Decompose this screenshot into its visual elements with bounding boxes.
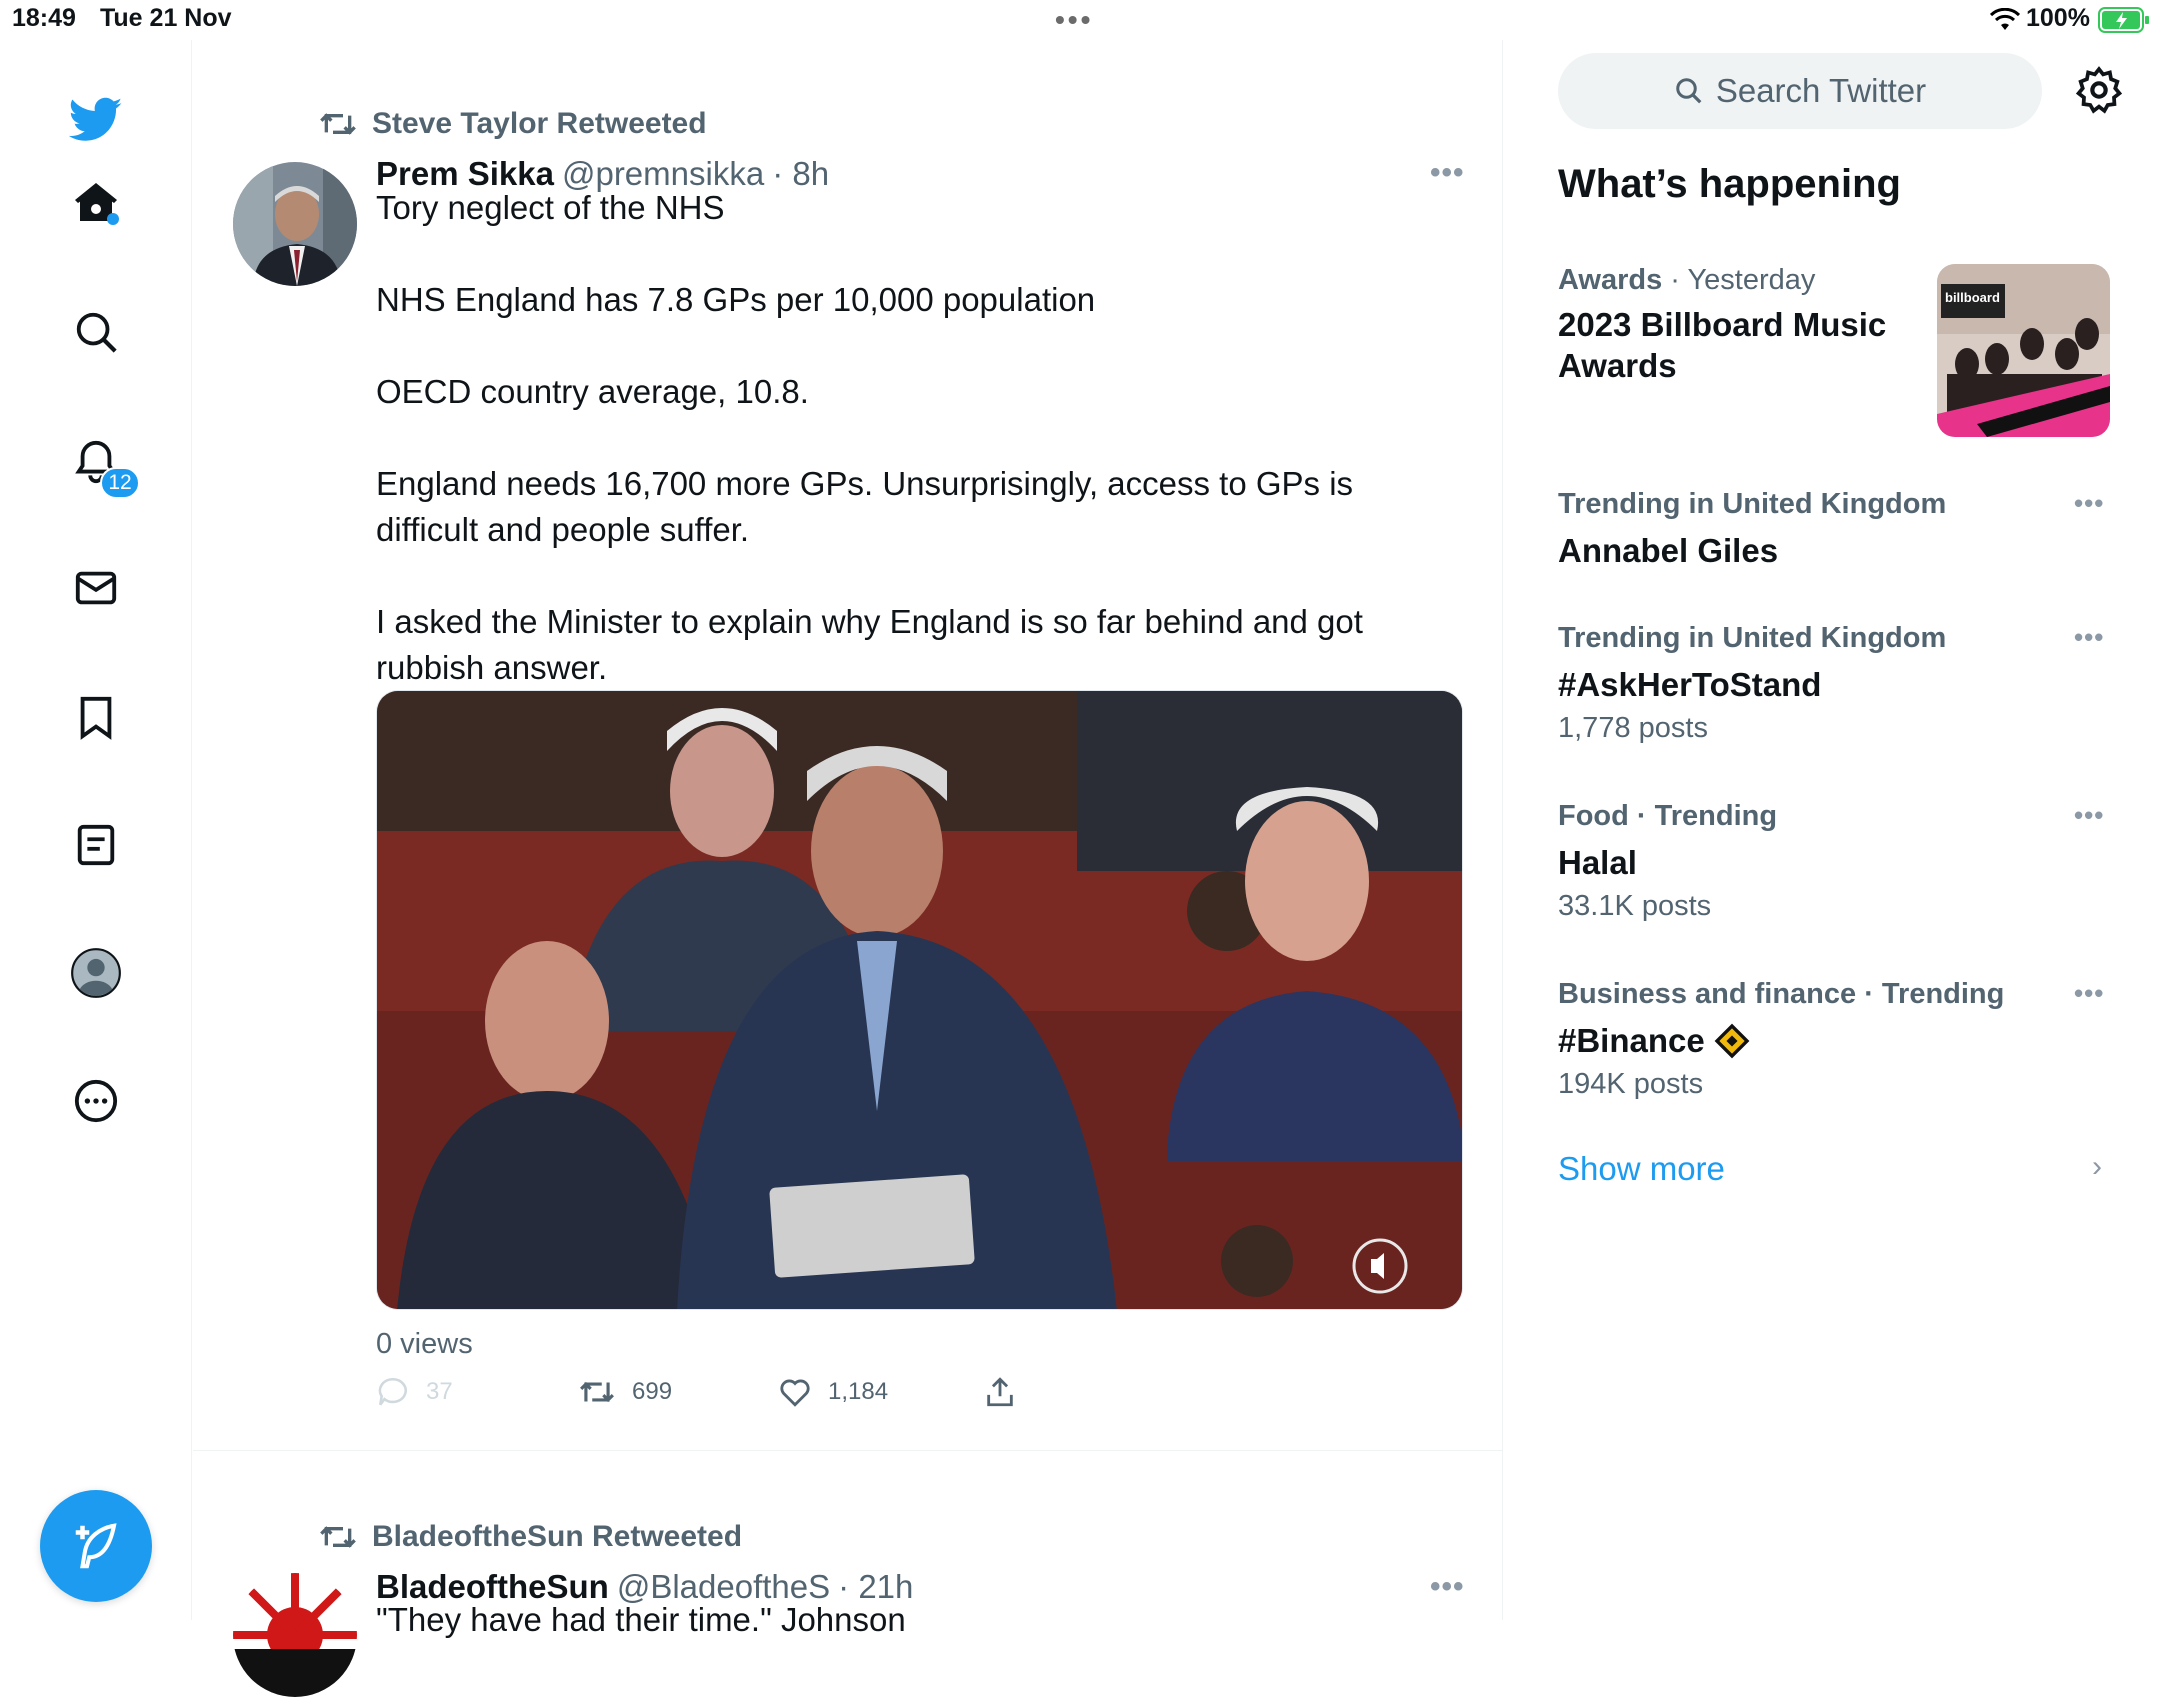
- video-frame-image: [377, 691, 1462, 1309]
- trend-category: Trending in United Kingdom: [1558, 488, 1947, 520]
- trend-title: #Binance: [1558, 1022, 1705, 1059]
- show-more-link[interactable]: Show more: [1558, 1150, 1725, 1188]
- settings-gear-icon[interactable]: [2074, 65, 2124, 115]
- search-icon[interactable]: [66, 302, 126, 362]
- profile-avatar-icon[interactable]: [66, 943, 126, 1003]
- tweet-more-icon[interactable]: •••: [1430, 1570, 1465, 1604]
- tweet-video[interactable]: [376, 690, 1463, 1310]
- status-time: 18:49: [12, 4, 76, 32]
- feather-plus-icon: [75, 1523, 117, 1569]
- trend-category: Business and finance · Trending: [1558, 978, 2005, 1010]
- reply-count: 37: [426, 1378, 453, 1405]
- home-icon[interactable]: [66, 173, 126, 233]
- views-count: 0 views: [376, 1328, 473, 1360]
- trend-more-icon[interactable]: •••: [2074, 488, 2104, 519]
- trend-more-icon[interactable]: •••: [2074, 978, 2104, 1009]
- retweet-icon: [320, 1526, 356, 1548]
- reply-icon: [378, 1377, 407, 1406]
- compose-tweet-button[interactable]: [40, 1490, 152, 1602]
- trend-title[interactable]: #AskHerToStand: [1558, 664, 1821, 705]
- tweet-divider: [193, 1450, 1503, 1451]
- retweet-icon: [320, 113, 356, 135]
- status-date: Tue 21 Nov: [100, 4, 232, 32]
- home-unread-dot: [107, 213, 119, 225]
- trend-title[interactable]: Halal: [1558, 842, 1637, 883]
- battery-charging-icon: [2098, 7, 2149, 33]
- tweet-paragraph: Tory neglect of the NHS: [376, 189, 725, 226]
- retweeted-by-label: Steve Taylor Retweeted: [372, 107, 707, 140]
- tweet-text: Tory neglect of the NHS NHS England has …: [376, 185, 1376, 737]
- trend-category: Awards: [1558, 264, 1663, 296]
- trend-meta: Trending in United Kingdom: [1558, 488, 1946, 521]
- share-button[interactable]: [983, 1375, 1017, 1409]
- retweet-context[interactable]: BladeoftheSun Retweeted: [318, 1520, 742, 1554]
- trend-meta: Business and finance · Trending: [1558, 978, 2004, 1011]
- like-count: 1,184: [828, 1378, 889, 1405]
- trend-post-count: 194K posts: [1558, 1068, 1704, 1100]
- billboard-thumbnail[interactable]: billboard: [1937, 264, 2110, 437]
- search-icon: [1676, 78, 1702, 104]
- like-button[interactable]: 1,184: [778, 1375, 888, 1409]
- tweet-paragraph: "They have had their time." Johnson: [376, 1601, 906, 1638]
- chevron-right-icon[interactable]: ›: [2092, 1150, 2102, 1184]
- trend-post-count: 1,778 posts: [1558, 712, 1708, 744]
- tweet-paragraph: I asked the Minister to explain why Engl…: [376, 603, 1363, 686]
- retweet-button[interactable]: 699: [578, 1375, 672, 1409]
- binance-logo-icon: [1714, 1023, 1750, 1058]
- trend-category: Food · Trending: [1558, 800, 1778, 832]
- tweet-paragraph: England needs 16,700 more GPs. Unsurpris…: [376, 465, 1354, 548]
- right-column: Search Twitter What’s happening Awards ·…: [1504, 40, 2160, 1620]
- trend-meta: Awards · Yesterday: [1558, 264, 1815, 297]
- status-bar: 18:49 Tue 21 Nov ••• 100%: [0, 0, 2160, 40]
- sidebar-nav: 12: [0, 40, 192, 1620]
- trend-more-icon[interactable]: •••: [2074, 622, 2104, 653]
- tweet-more-icon[interactable]: •••: [1430, 156, 1465, 190]
- trend-title[interactable]: 2023 Billboard Music Awards: [1558, 304, 1918, 386]
- heart-icon: [780, 1379, 810, 1407]
- retweet-icon: [580, 1381, 614, 1403]
- tweet-paragraph: OECD country average, 10.8.: [376, 373, 809, 410]
- twitter-logo-icon[interactable]: [66, 90, 126, 150]
- author-avatar[interactable]: [233, 162, 357, 286]
- battery-percentage: 100%: [2026, 4, 2090, 32]
- wifi-icon: [1990, 8, 2020, 30]
- retweet-count: 699: [632, 1378, 673, 1405]
- tweet-paragraph: NHS England has 7.8 GPs per 10,000 popul…: [376, 281, 1096, 318]
- more-options-icon[interactable]: [66, 1071, 126, 1131]
- trend-time: · Yesterday: [1662, 264, 1816, 296]
- reply-button[interactable]: 37: [376, 1375, 453, 1409]
- trend-more-icon[interactable]: •••: [2074, 800, 2104, 831]
- retweet-context[interactable]: Steve Taylor Retweeted: [318, 107, 707, 141]
- trend-post-count: 33.1K posts: [1558, 890, 1712, 922]
- bookmarks-icon[interactable]: [66, 687, 126, 747]
- trend-title[interactable]: Annabel Giles: [1558, 530, 1778, 571]
- trend-title-row[interactable]: #Binance: [1558, 1020, 1751, 1061]
- messages-envelope-icon[interactable]: [66, 558, 126, 618]
- lists-icon[interactable]: [66, 815, 126, 875]
- trend-meta: Food · Trending: [1558, 800, 1777, 833]
- trend-meta: Trending in United Kingdom: [1558, 622, 1946, 655]
- timeline: Steve Taylor Retweeted Prem Sikka @premn…: [193, 40, 1503, 1697]
- trend-category: Trending in United Kingdom: [1558, 622, 1947, 654]
- multitasking-dots-icon[interactable]: •••: [1055, 4, 1093, 36]
- search-twitter-input[interactable]: Search Twitter: [1558, 53, 2042, 129]
- share-icon: [987, 1377, 1013, 1407]
- author-avatar[interactable]: [233, 1573, 357, 1697]
- retweeted-by-label: BladeoftheSun Retweeted: [372, 1520, 743, 1553]
- search-placeholder: Search Twitter: [1715, 72, 1927, 109]
- thumb-logo-text: billboard: [1945, 290, 2000, 305]
- tweet-text: "They have had their time." Johnson: [376, 1597, 1376, 1689]
- whats-happening-heading: What’s happening: [1558, 162, 1901, 206]
- notifications-badge: 12: [100, 467, 140, 499]
